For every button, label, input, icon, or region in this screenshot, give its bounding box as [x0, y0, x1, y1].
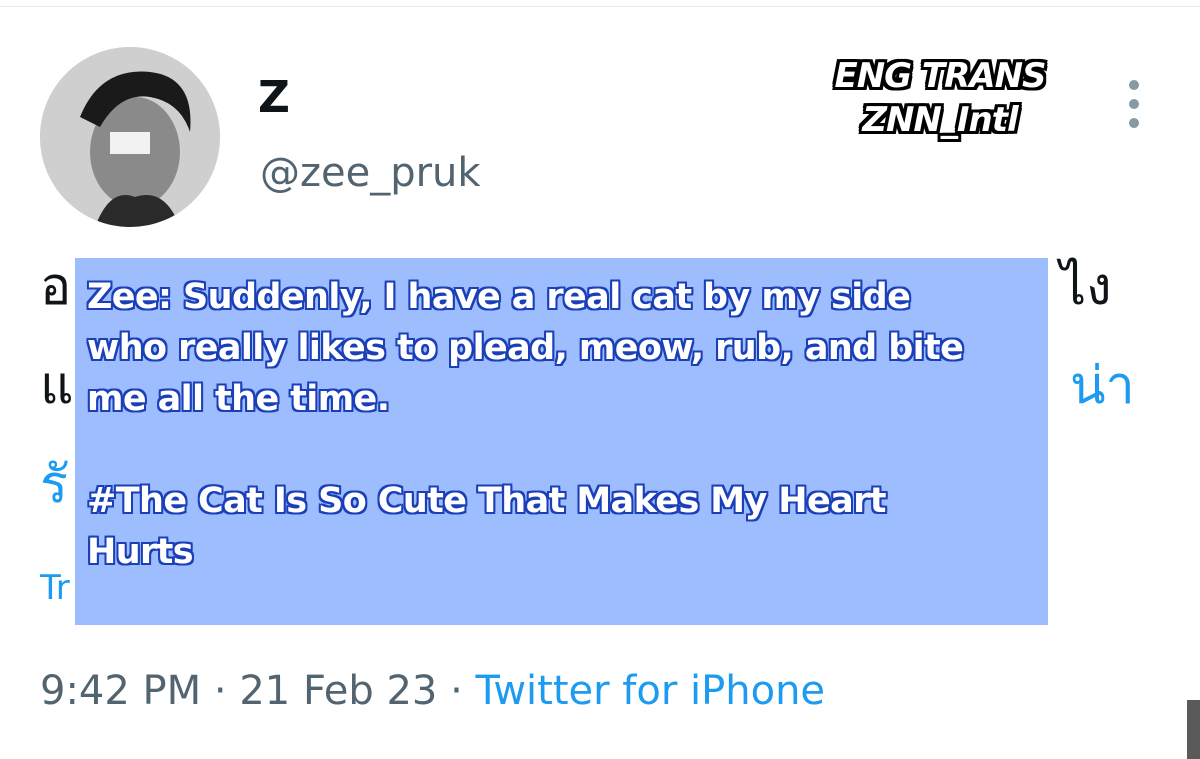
scrollbar[interactable] [1187, 700, 1200, 759]
tweet-text-line-2: แ [40, 355, 74, 416]
tweet-text-line-1: อ [40, 257, 72, 317]
translation-line-2: who really likes to plead, meow, rub, an… [87, 328, 964, 368]
translation-hashtag-line-2: Hurts [87, 532, 194, 572]
user-handle[interactable]: @zee_pruk [260, 153, 481, 193]
more-vertical-icon[interactable] [1119, 80, 1149, 128]
watermark-line-2: ZNN_Intl [862, 100, 1018, 140]
meta-separator: · [213, 668, 227, 714]
translation-hashtag-line-1: #The Cat Is So Cute That Makes My Heart [87, 481, 887, 521]
tweet-hashtag-fragment[interactable]: น่า [1070, 337, 1135, 436]
translation-line-1: Zee: Suddenly, I have a real cat by my s… [87, 277, 911, 317]
more-dot [1129, 118, 1139, 128]
display-name[interactable]: Z [258, 76, 290, 120]
avatar[interactable] [40, 47, 220, 227]
meta-separator: · [450, 668, 463, 714]
translation-overlay: Zee: Suddenly, I have a real cat by my s… [75, 258, 1048, 625]
translate-tweet-link[interactable]: Tr [40, 568, 70, 608]
top-divider [0, 0, 1200, 7]
tweet-date[interactable]: 21 Feb 23 [239, 668, 437, 714]
more-dot [1129, 80, 1139, 90]
tweet-hashtag-line[interactable]: รั [40, 455, 68, 515]
watermark-line-1: ENG TRANS [834, 56, 1046, 96]
tweet-source-link[interactable]: Twitter for iPhone [476, 668, 826, 714]
watermark: ENG TRANS ZNN_Intl [790, 54, 1090, 142]
tweet-meta: 9:42 PM · 21 Feb 23 · Twitter for iPhone [40, 668, 825, 714]
avatar-photo [40, 47, 220, 227]
tweet-time[interactable]: 9:42 PM [40, 668, 201, 714]
more-dot [1129, 99, 1139, 109]
tweet-text-fragment-1: ไง [1060, 257, 1112, 317]
translation-line-3: me all the time. [87, 379, 390, 419]
